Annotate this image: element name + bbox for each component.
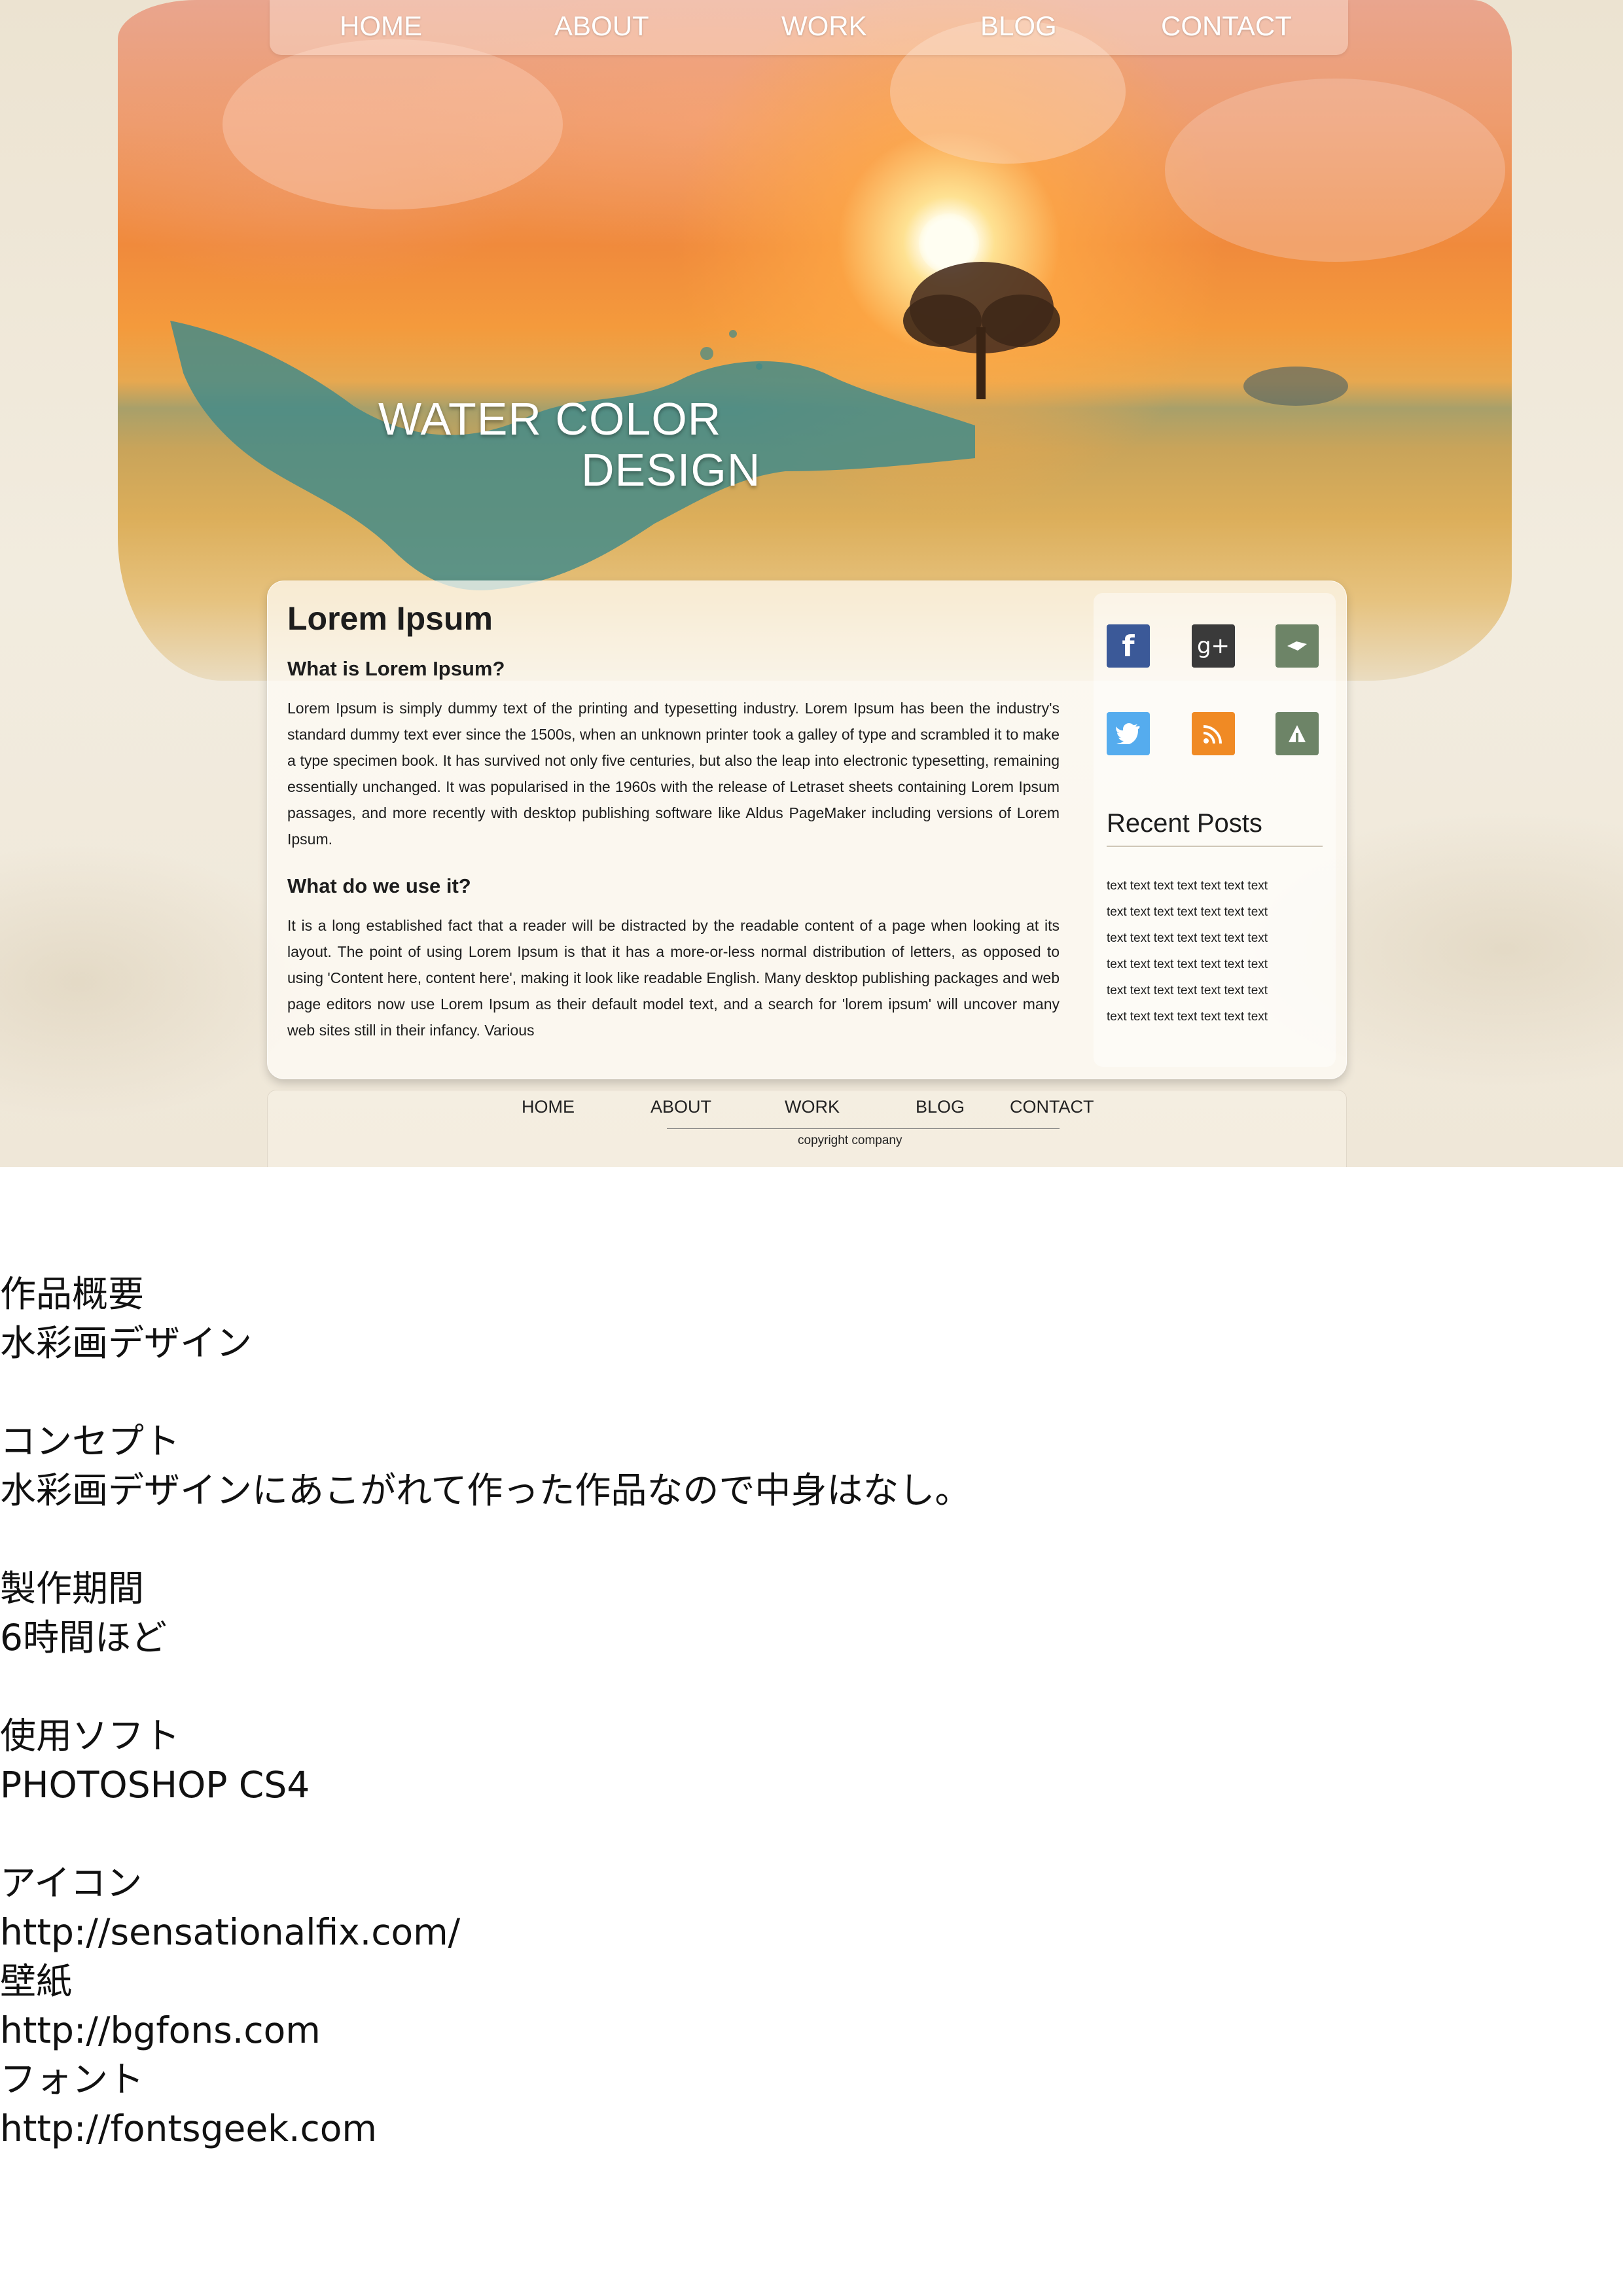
top-navigation: HOME ABOUT WORK BLOG CONTACT — [270, 0, 1348, 55]
footer-nav-blog[interactable]: BLOG — [916, 1097, 965, 1117]
description-text: 水彩画デザインにあこがれて作った作品なので中身はなし。 — [0, 1469, 971, 1511]
google-plus-icon[interactable]: g+ — [1192, 624, 1235, 668]
delicious-icon[interactable] — [1275, 712, 1319, 755]
nav-blog[interactable]: BLOG — [980, 10, 1057, 42]
description-text: PHOTOSHOP CS4 — [0, 1764, 310, 1806]
recent-posts-list: text text text text text text text text … — [1107, 873, 1268, 1030]
nav-work[interactable]: WORK — [781, 10, 867, 42]
bookmark-icon[interactable] — [1275, 624, 1319, 668]
section-body: It is a long established fact that a rea… — [287, 917, 1060, 1039]
icon-credit-link[interactable]: http://sensationalfix.com/ — [0, 1908, 1623, 1957]
rss-icon[interactable] — [1192, 712, 1235, 755]
footer-nav-home[interactable]: HOME — [522, 1097, 575, 1117]
description-heading: アイコン — [0, 1862, 143, 1904]
recent-post-item[interactable]: text text text text text text text — [1107, 1004, 1268, 1030]
nav-about[interactable]: ABOUT — [554, 10, 649, 42]
description-heading: コンセプト — [0, 1420, 181, 1462]
recent-posts-title: Recent Posts — [1107, 809, 1262, 838]
footer-nav-contact[interactable]: CONTACT — [1010, 1097, 1094, 1117]
recent-post-item[interactable]: text text text text text text text — [1107, 978, 1268, 1004]
description-block: 製作期間 6時間ほど — [0, 1564, 1623, 1662]
description-block: コンセプト 水彩画デザインにあこがれて作った作品なので中身はなし。 — [0, 1417, 1623, 1515]
description-heading: 使用ソフト — [0, 1715, 181, 1757]
sidebar: f g+ Recent Posts text text text text te… — [1094, 593, 1336, 1067]
copyright-text: copyright company — [798, 1134, 902, 1147]
teal-watercolor-splash — [170, 321, 975, 590]
font-credit-link[interactable]: http://fontsgeek.com — [0, 2104, 1623, 2153]
nav-home[interactable]: HOME — [340, 10, 422, 42]
work-description: 作品概要 水彩画デザイン コンセプト 水彩画デザインにあこがれて作った作品なので… — [0, 1270, 1623, 2153]
description-text: 6時間ほど — [0, 1617, 167, 1659]
footer: HOME ABOUT WORK BLOG CONTACT copyright c… — [267, 1090, 1347, 1167]
section-heading: What is Lorem Ipsum? — [287, 657, 505, 680]
divider — [667, 1128, 1060, 1129]
wallpaper-credit-link[interactable]: http://bgfons.com — [0, 2006, 1623, 2055]
nav-contact[interactable]: CONTACT — [1161, 10, 1292, 42]
description-heading: 作品概要 — [0, 1273, 145, 1315]
hero-title-line1: WATER COLOR — [378, 393, 722, 444]
section-heading: What do we use it? — [287, 874, 471, 897]
footer-nav-work[interactable]: WORK — [785, 1097, 840, 1117]
description-heading: フォント — [0, 2058, 145, 2100]
facebook-icon[interactable]: f — [1107, 624, 1150, 668]
distant-tree — [1243, 367, 1348, 406]
hero-banner: WATER COLOR DESIGN — [118, 0, 1512, 681]
main-content: Lorem Ipsum What is Lorem Ipsum? Lorem I… — [287, 600, 1060, 1043]
website-mockup: WATER COLOR DESIGN HOME ABOUT WORK BLOG … — [0, 0, 1623, 1167]
recent-post-item[interactable]: text text text text text text text — [1107, 925, 1268, 952]
credits-block: アイコン http://sensationalfix.com/ 壁紙 http:… — [0, 1859, 1623, 2153]
description-heading: 製作期間 — [0, 1568, 145, 1609]
watercolor-splash — [1165, 79, 1505, 262]
description-text: 水彩画デザイン — [0, 1322, 253, 1364]
description-heading: 壁紙 — [0, 1960, 73, 2002]
tree — [903, 262, 1060, 399]
twitter-icon[interactable] — [1107, 712, 1150, 755]
description-block: 作品概要 水彩画デザイン — [0, 1270, 1623, 1368]
recent-post-item[interactable]: text text text text text text text — [1107, 899, 1268, 925]
recent-post-item[interactable]: text text text text text text text — [1107, 952, 1268, 978]
content-title: Lorem Ipsum — [287, 600, 493, 637]
content-panel: Lorem Ipsum What is Lorem Ipsum? Lorem I… — [267, 581, 1347, 1079]
recent-post-item[interactable]: text text text text text text text — [1107, 873, 1268, 899]
section-body: Lorem Ipsum is simply dummy text of the … — [287, 700, 1060, 848]
divider — [1107, 846, 1323, 847]
watercolor-splash — [223, 39, 563, 209]
description-block: 使用ソフト PHOTOSHOP CS4 — [0, 1712, 1623, 1810]
footer-nav-about[interactable]: ABOUT — [651, 1097, 711, 1117]
hero-title-line2: DESIGN — [581, 444, 761, 495]
